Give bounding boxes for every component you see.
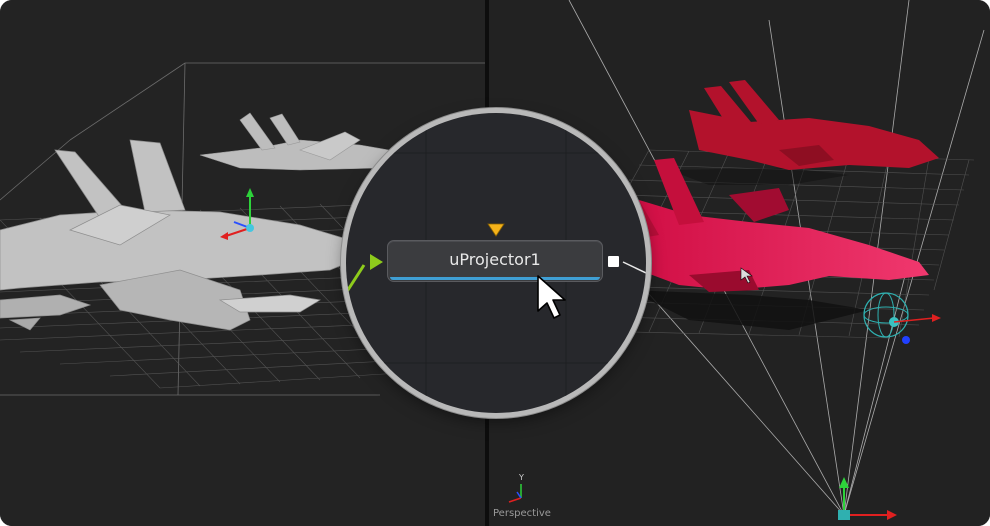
aircraft-back-projected [689,80,939,170]
view-axes-icon [508,484,522,503]
viewport-label[interactable]: Perspective [493,508,551,519]
uprojector-node[interactable]: uProjector1 [387,240,603,282]
projector-gizmo[interactable] [863,292,941,344]
camera-gizmo[interactable] [838,477,897,520]
input-port-icon[interactable] [370,254,383,270]
split-viewer: Y Perspective uProjector1 [0,0,990,526]
axis-y-label: Y [519,473,524,482]
node-magnifier: uProjector1 [346,113,646,413]
mask-port-icon[interactable] [487,223,505,237]
node-highlight-bar [390,277,600,280]
output-connection-line [622,261,646,274]
input-connection-line [346,264,366,294]
node-title: uProjector1 [449,250,541,269]
output-port-icon[interactable] [608,256,619,267]
